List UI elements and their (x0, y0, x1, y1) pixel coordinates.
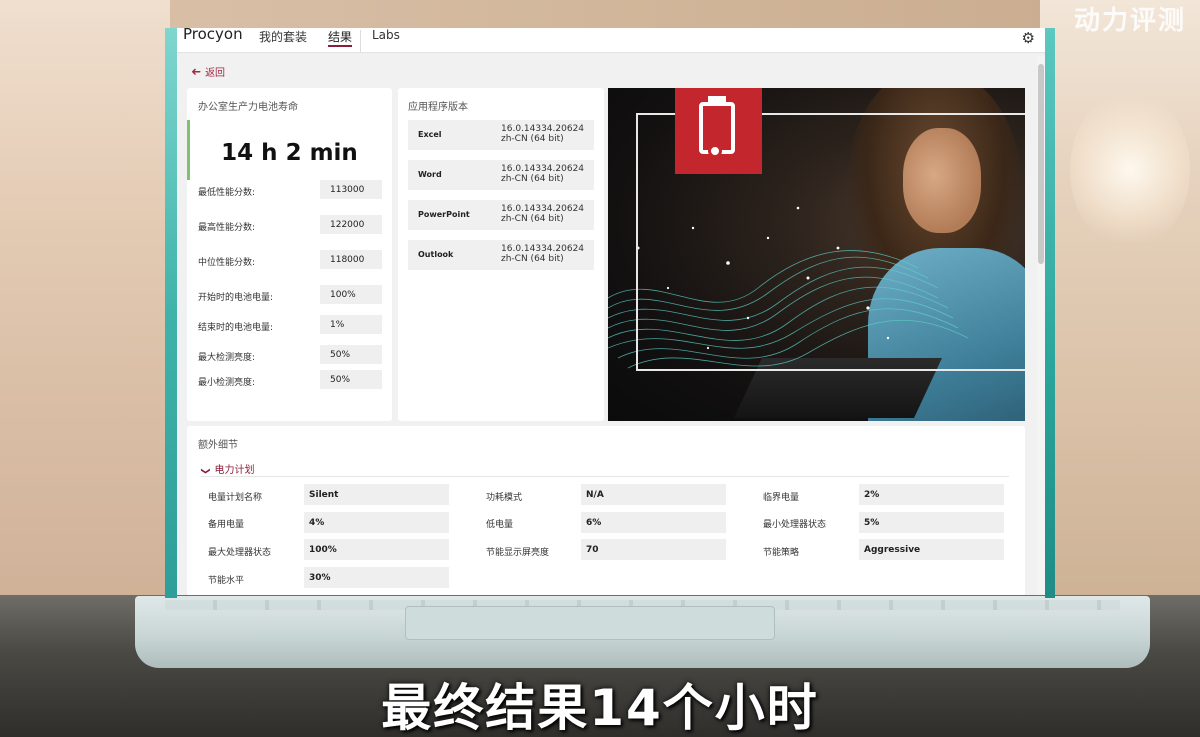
benchmark-hero-image (608, 88, 1025, 421)
property-value: Aggressive (859, 539, 1004, 560)
stat-label: 最低性能分数: (198, 188, 256, 198)
scrollbar[interactable] (1037, 56, 1045, 595)
app-name: Outlook (418, 250, 454, 259)
lamp-glow (1070, 90, 1190, 250)
extra-details-card: 额外细节 ❯ 电力计划 电量计划名称 Silent 功耗模式 N/A 临界电量 2… (187, 426, 1025, 595)
wallpaper-edge-right (1045, 28, 1055, 598)
wallpaper-edge-left (165, 28, 177, 598)
property-label: 节能水平 (208, 576, 245, 586)
back-link[interactable]: ➜ 返回 (191, 64, 225, 79)
tab-my-suites[interactable]: 我的套装 (259, 28, 307, 45)
battery-card-title: 办公室生产力电池寿命 (198, 102, 298, 113)
battery-result: 14 h 2 min (221, 140, 358, 166)
property-value: 4% (304, 512, 449, 533)
version-row: Excel 16.0.14334.20624 zh-CN (64 bit) (408, 120, 594, 150)
property-label: 临界电量 (763, 493, 800, 503)
top-nav: Procyon 我的套装 结果 Labs ⚙ (177, 28, 1045, 53)
stat-label: 最小检测亮度: (198, 378, 256, 388)
property-label: 节能显示屏亮度 (486, 548, 550, 558)
scrollbar-thumb[interactable] (1038, 64, 1044, 264)
property-label: 节能策略 (763, 548, 800, 558)
stat-value: 122000 (320, 215, 382, 234)
property-label: 最小处理器状态 (763, 520, 827, 530)
background-right (1040, 0, 1200, 600)
property-value: 6% (581, 512, 726, 533)
section-divider (201, 476, 1009, 477)
app-name: Word (418, 170, 442, 179)
gear-icon[interactable]: ⚙ (1022, 29, 1035, 47)
property-label: 电量计划名称 (208, 493, 263, 503)
app-name: Excel (418, 130, 442, 139)
subtitle-caption: 最终结果14个小时 (381, 679, 819, 737)
tab-results[interactable]: 结果 (328, 28, 353, 47)
laptop-base (135, 596, 1150, 668)
property-value: 70 (581, 539, 726, 560)
battery-logo-icon (675, 88, 762, 174)
app-version: 16.0.14334.20624 zh-CN (64 bit) (501, 164, 585, 184)
stat-label: 中位性能分数: (198, 258, 256, 268)
stat-label: 开始时的电池电量: (198, 293, 274, 303)
section-title: 电力计划 (214, 465, 255, 476)
stat-value: 100% (320, 285, 382, 304)
background-left (0, 0, 170, 600)
property-label: 低电量 (486, 520, 514, 530)
arrow-left-icon: ➜ (191, 65, 202, 79)
stat-value: 50% (320, 345, 382, 364)
tab-labs[interactable]: Labs (372, 28, 400, 42)
brand-name: Procyon (183, 28, 243, 43)
chevron-down-icon: ❯ (199, 467, 210, 475)
versions-card-title: 应用程序版本 (408, 102, 468, 113)
property-value: 100% (304, 539, 449, 560)
app-versions-card: 应用程序版本 Excel 16.0.14334.20624 zh-CN (64 b… (398, 88, 604, 421)
stat-value: 1% (320, 315, 382, 334)
property-value: 5% (859, 512, 1004, 533)
stat-label: 最大检测亮度: (198, 353, 256, 363)
app-name: PowerPoint (418, 210, 470, 219)
extra-details-title: 额外细节 (198, 440, 238, 451)
back-label: 返回 (205, 68, 226, 79)
version-row: Outlook 16.0.14334.20624 zh-CN (64 bit) (408, 240, 594, 270)
stat-label: 结束时的电池电量: (198, 323, 274, 333)
battery-life-card: 办公室生产力电池寿命 14 h 2 min 最低性能分数: 113000 最高性… (187, 88, 392, 421)
app-version: 16.0.14334.20624 zh-CN (64 bit) (501, 204, 585, 224)
stat-value: 50% (320, 370, 382, 389)
version-row: Word 16.0.14334.20624 zh-CN (64 bit) (408, 160, 594, 190)
app-window: Procyon 我的套装 结果 Labs ⚙ ➜ 返回 办公室生产力电池寿命 14… (177, 28, 1045, 595)
stat-value: 113000 (320, 180, 382, 199)
property-label: 功耗模式 (486, 493, 523, 503)
stat-label: 最高性能分数: (198, 223, 256, 233)
property-label: 最大处理器状态 (208, 548, 272, 558)
tab-divider (360, 30, 361, 52)
version-row: PowerPoint 16.0.14334.20624 zh-CN (64 bit… (408, 200, 594, 230)
app-version: 16.0.14334.20624 zh-CN (64 bit) (501, 244, 585, 264)
property-value: Silent (304, 484, 449, 505)
power-plan-section-toggle[interactable]: ❯ 电力计划 (199, 461, 255, 476)
stat-value: 118000 (320, 250, 382, 269)
watermark: 动力评测 (1073, 6, 1186, 36)
property-value: 2% (859, 484, 1004, 505)
app-version: 16.0.14334.20624 zh-CN (64 bit) (501, 124, 585, 144)
battery-dot (708, 144, 722, 158)
property-label: 备用电量 (208, 520, 245, 530)
property-value: 30% (304, 567, 449, 588)
touchpad (405, 606, 775, 640)
property-value: N/A (581, 484, 726, 505)
